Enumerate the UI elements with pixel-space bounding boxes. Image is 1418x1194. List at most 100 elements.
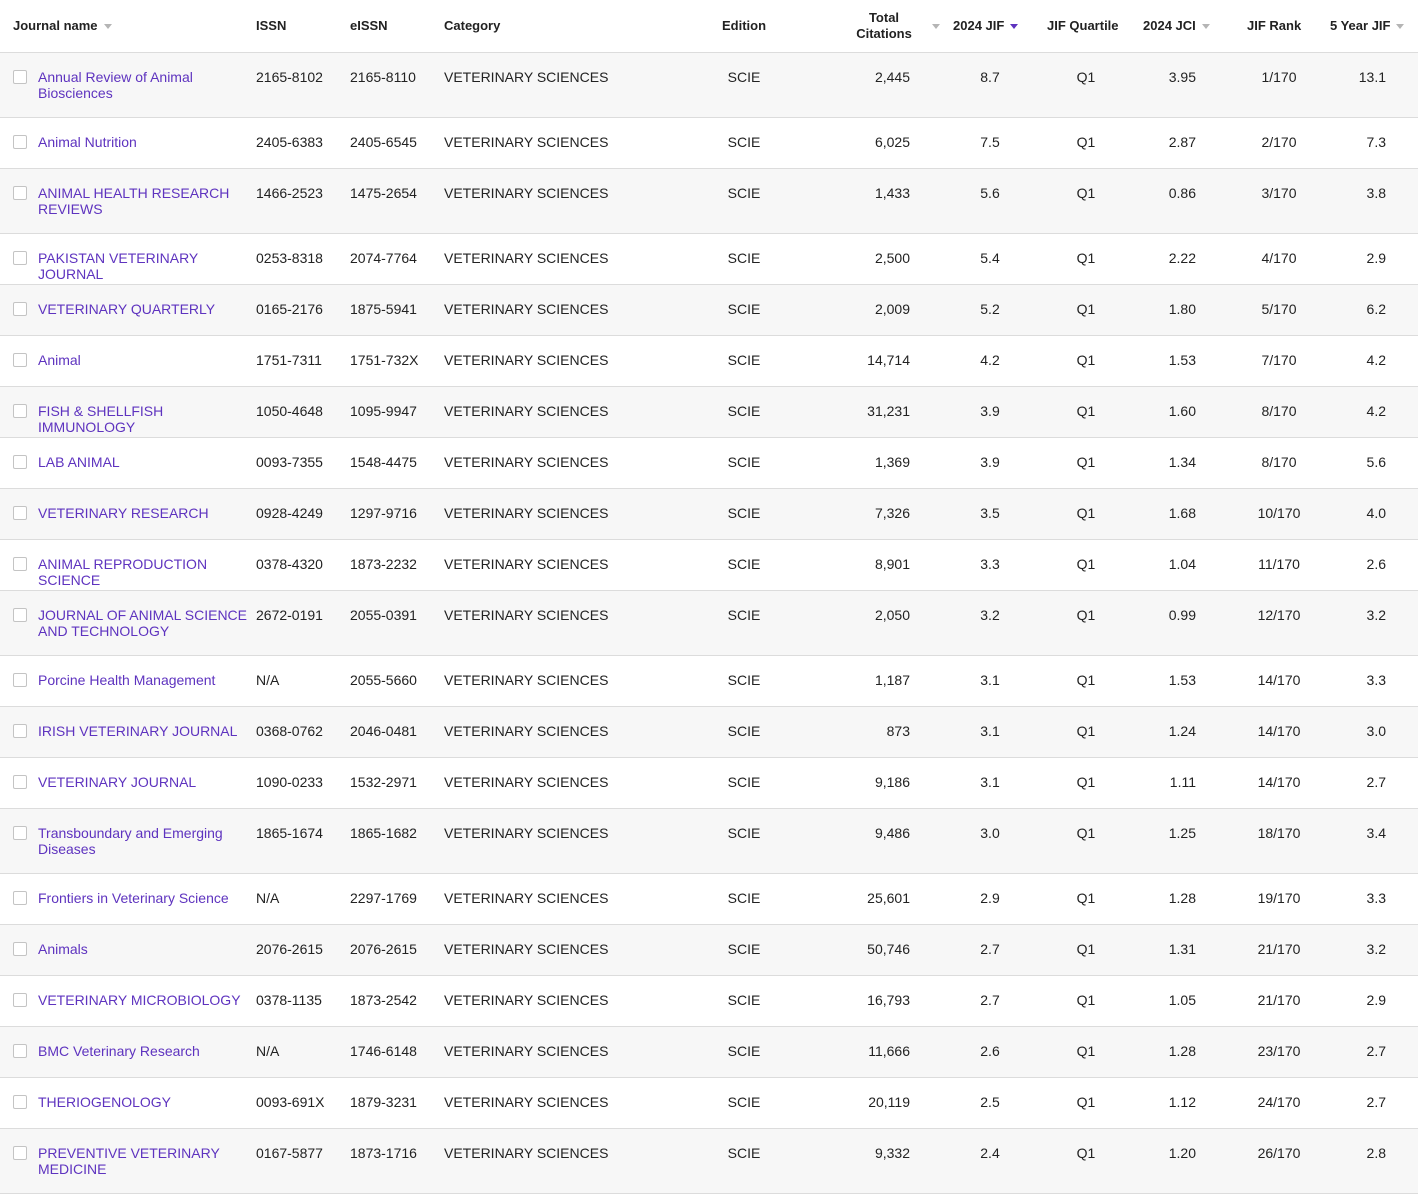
jif-rank-cell: 8/170 (1261, 454, 1297, 470)
jif-rank-cell: 24/170 (1257, 1094, 1301, 1110)
col-header-jci[interactable]: 2024 JCI (1143, 0, 1223, 52)
row-checkbox[interactable] (13, 608, 27, 622)
journal-name-link[interactable]: ANIMAL REPRODUCTION SCIENCE (38, 556, 254, 588)
total-citations-cell: 14,714 (867, 352, 910, 368)
jif-rank-cell: 10/170 (1257, 505, 1301, 521)
row-checkbox[interactable] (13, 942, 27, 956)
edition-cell: SCIE (727, 890, 761, 906)
row-checkbox[interactable] (13, 891, 27, 905)
journal-name-link[interactable]: VETERINARY QUARTERLY (38, 301, 254, 317)
jci-cell: 1.28 (1168, 1043, 1196, 1059)
total-citations-cell: 873 (886, 723, 910, 739)
issn-cell: 2405-6383 (256, 134, 323, 150)
journal-name-link[interactable]: PAKISTAN VETERINARY JOURNAL (38, 250, 254, 282)
journal-name-link[interactable]: PREVENTIVE VETERINARY MEDICINE (38, 1145, 254, 1177)
issn-cell: N/A (256, 672, 280, 688)
category-cell: VETERINARY SCIENCES (444, 774, 609, 790)
col-header-journal-name[interactable]: Journal name (13, 0, 243, 52)
jif-cell: 2.9 (980, 890, 1000, 906)
row-checkbox[interactable] (13, 1146, 27, 1160)
issn-cell: 0928-4249 (256, 505, 323, 521)
journal-name-link[interactable]: FISH & SHELLFISH IMMUNOLOGY (38, 403, 254, 435)
jci-cell: 1.05 (1168, 992, 1196, 1008)
total-citations-cell: 1,369 (874, 454, 910, 470)
row-checkbox[interactable] (13, 506, 27, 520)
issn-cell: 0093-7355 (256, 454, 323, 470)
table-row: BMC Veterinary Research N/A 1746-6148 VE… (0, 1027, 1418, 1078)
row-checkbox[interactable] (13, 186, 27, 200)
jif-quartile-cell: Q1 (1076, 454, 1096, 470)
row-checkbox[interactable] (13, 353, 27, 367)
journal-name-link[interactable]: VETERINARY RESEARCH (38, 505, 254, 521)
row-checkbox[interactable] (13, 673, 27, 687)
jif-rank-cell: 14/170 (1257, 723, 1301, 739)
issn-cell: 1865-1674 (256, 825, 323, 841)
eissn-cell: 2297-1769 (350, 890, 417, 906)
journal-name-link[interactable]: Animals (38, 941, 254, 957)
issn-cell: 1466-2523 (256, 185, 323, 201)
edition-cell: SCIE (727, 69, 761, 85)
eissn-cell: 1297-9716 (350, 505, 417, 521)
row-checkbox[interactable] (13, 455, 27, 469)
jif-quartile-cell: Q1 (1076, 250, 1096, 266)
col-header-issn: ISSN (256, 18, 287, 33)
journal-name-link[interactable]: IRISH VETERINARY JOURNAL (38, 723, 254, 739)
five-year-jif-cell: 3.3 (1366, 890, 1386, 906)
col-header-five-year-jif[interactable]: 5 Year JIF (1330, 0, 1414, 52)
journal-name-link[interactable]: Annual Review of Animal Biosciences (38, 69, 254, 101)
row-checkbox[interactable] (13, 70, 27, 84)
journal-name-link[interactable]: VETERINARY MICROBIOLOGY (38, 992, 254, 1008)
journal-name-link[interactable]: Animal Nutrition (38, 134, 254, 150)
journal-name-link[interactable]: Animal (38, 352, 254, 368)
row-checkbox[interactable] (13, 1095, 27, 1109)
col-header-total-citations-sort[interactable] (926, 0, 940, 52)
jci-cell: 1.20 (1168, 1145, 1196, 1161)
row-checkbox[interactable] (13, 557, 27, 571)
five-year-jif-cell: 3.0 (1366, 723, 1386, 739)
eissn-cell: 1746-6148 (350, 1043, 417, 1059)
eissn-cell: 1879-3231 (350, 1094, 417, 1110)
issn-cell: 2672-0191 (256, 607, 323, 623)
journal-name-link[interactable]: Porcine Health Management (38, 672, 254, 688)
journal-name-link[interactable]: LAB ANIMAL (38, 454, 254, 470)
journal-name-link[interactable]: THERIOGENOLOGY (38, 1094, 254, 1110)
edition-cell: SCIE (727, 774, 761, 790)
journal-name-link[interactable]: Frontiers in Veterinary Science (38, 890, 254, 906)
row-checkbox[interactable] (13, 826, 27, 840)
jif-quartile-cell: Q1 (1076, 672, 1096, 688)
journal-name-link[interactable]: BMC Veterinary Research (38, 1043, 254, 1059)
row-checkbox[interactable] (13, 404, 27, 418)
issn-cell: N/A (256, 1043, 280, 1059)
journal-name-link[interactable]: Transboundary and Emerging Diseases (38, 825, 254, 857)
category-cell: VETERINARY SCIENCES (444, 941, 609, 957)
journal-name-link[interactable]: VETERINARY JOURNAL (38, 774, 254, 790)
row-checkbox[interactable] (13, 724, 27, 738)
table-row: Annual Review of Animal Biosciences 2165… (0, 53, 1418, 118)
jci-cell: 1.68 (1168, 505, 1196, 521)
col-header-total-citations[interactable]: Total Citations (846, 0, 922, 52)
row-checkbox[interactable] (13, 302, 27, 316)
journal-name-link[interactable]: ANIMAL HEALTH RESEARCH REVIEWS (38, 185, 254, 217)
category-cell: VETERINARY SCIENCES (444, 69, 609, 85)
journal-name-link[interactable]: JOURNAL OF ANIMAL SCIENCE AND TECHNOLOGY (38, 607, 254, 639)
row-checkbox[interactable] (13, 135, 27, 149)
table-row: VETERINARY JOURNAL 1090-0233 1532-2971 V… (0, 758, 1418, 809)
row-checkbox[interactable] (13, 775, 27, 789)
total-citations-cell: 7,326 (874, 505, 910, 521)
edition-cell: SCIE (727, 250, 761, 266)
jif-rank-cell: 18/170 (1257, 825, 1301, 841)
col-header-eissn: eISSN (350, 18, 388, 33)
col-header-jif[interactable]: 2024 JIF (953, 0, 1033, 52)
jci-cell: 1.34 (1168, 454, 1196, 470)
five-year-jif-cell: 3.8 (1366, 185, 1386, 201)
col-header-label: Journal name (13, 18, 98, 33)
row-checkbox[interactable] (13, 1044, 27, 1058)
jif-quartile-cell: Q1 (1076, 69, 1096, 85)
eissn-cell: 1475-2654 (350, 185, 417, 201)
jif-cell: 5.6 (980, 185, 1000, 201)
total-citations-cell: 25,601 (867, 890, 910, 906)
jci-cell: 0.86 (1168, 185, 1196, 201)
row-checkbox[interactable] (13, 251, 27, 265)
jif-cell: 5.4 (980, 250, 1000, 266)
row-checkbox[interactable] (13, 993, 27, 1007)
